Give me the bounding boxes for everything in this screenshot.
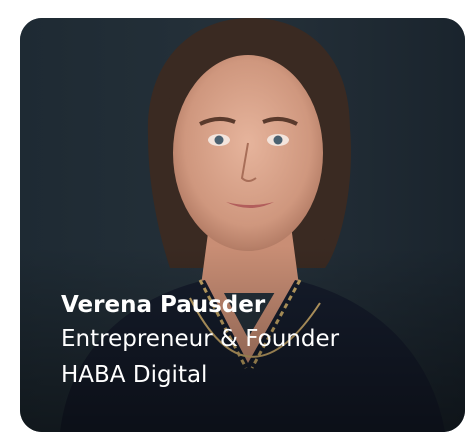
profile-card[interactable]: Verena Pausder Entrepreneur & Founder HA… — [20, 18, 465, 432]
profile-caption: Verena Pausder Entrepreneur & Founder HA… — [61, 290, 339, 393]
profile-company: HABA Digital — [61, 362, 208, 388]
profile-name: Verena Pausder — [61, 292, 266, 318]
profile-role: Entrepreneur & Founder — [61, 326, 340, 352]
